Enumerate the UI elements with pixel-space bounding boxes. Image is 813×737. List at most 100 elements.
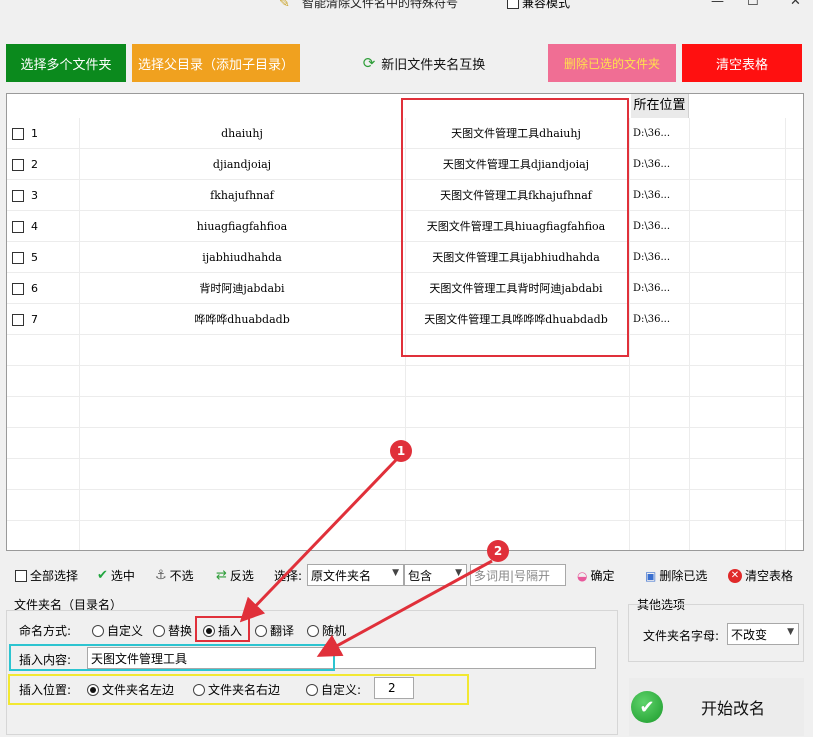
radio-icon[interactable] (92, 624, 104, 637)
confirm-button[interactable]: ◒ 确定 (577, 567, 615, 584)
row-location: D:\36... (633, 221, 671, 232)
app-icon: ✎ (279, 0, 290, 11)
clear-table-small-button[interactable]: ✕ 清空表格 (728, 567, 793, 584)
minimize-icon[interactable]: — (711, 0, 724, 9)
mode-translate-radio[interactable]: 翻译 (255, 622, 294, 639)
chevron-down-icon: ▼ (455, 568, 462, 578)
insert-content-highlight-box (9, 644, 335, 671)
row-old-name: 哗哗哗dhuabdadb (194, 313, 290, 326)
step-marker-two: 2 (487, 540, 509, 562)
empty-row (7, 459, 803, 490)
row-checkbox-cell[interactable] (12, 304, 28, 335)
select-all-box[interactable] (15, 569, 27, 582)
chevron-down-icon: ▼ (787, 627, 794, 637)
row-checkbox-cell[interactable] (12, 118, 28, 149)
select-all-label: 全部选择 (30, 569, 79, 583)
row-checkbox[interactable] (12, 282, 24, 295)
row-checkbox[interactable] (12, 189, 24, 202)
invert-label: 反选 (229, 569, 254, 583)
compat-mode-checkbox[interactable]: 兼容模式 (507, 0, 570, 11)
row-checkbox-cell[interactable] (12, 211, 28, 242)
row-location: D:\36... (633, 283, 671, 294)
swap-names-button[interactable]: ⟳ 新旧文件夹名互换 (356, 44, 492, 82)
mode-replace-radio[interactable]: 替换 (153, 622, 192, 639)
start-rename-button[interactable]: ✔ 开始改名 (629, 678, 804, 736)
row-checkbox-cell[interactable] (12, 273, 28, 304)
radio-icon[interactable] (153, 624, 165, 637)
compat-checkbox-box[interactable] (507, 0, 519, 9)
column-header-location[interactable]: 所在位置 (631, 94, 689, 118)
row-old-name: hiuagfiagfahfioa (196, 220, 288, 233)
title-bar: ✎ 智能清除文件名中的特殊符号 兼容模式 — ☐ ✕ (0, 0, 813, 14)
match-dropdown[interactable]: 包含 ▼ (404, 564, 467, 586)
mode-random-label: 随机 (322, 624, 347, 638)
new-name-highlight-box (401, 98, 629, 357)
select-all-checkbox[interactable]: 全部选择 (15, 567, 78, 584)
select-button[interactable]: ✔ 选中 (97, 567, 135, 584)
row-old-name: 背时阿迪jabdabi (199, 282, 285, 295)
check-circle-icon: ✔ (631, 691, 663, 723)
select-label: 选中 (110, 569, 135, 583)
row-checkbox[interactable] (12, 220, 24, 233)
row-index: 4 (31, 220, 38, 233)
radio-icon[interactable] (255, 624, 267, 637)
mode-custom-label: 自定义 (107, 624, 144, 638)
invert-icon: ⇄ (216, 568, 227, 583)
radio-icon[interactable] (307, 624, 319, 637)
row-index: 2 (31, 158, 38, 171)
confirm-label: 确定 (590, 569, 615, 583)
selection-bar: 全部选择 ✔ 选中 ⚓ 不选 ⇄ 反选 选择: 原文件夹名 ▼ 包含 ▼ 多词用… (6, 561, 804, 589)
row-index: 7 (31, 313, 38, 326)
select-folders-button[interactable]: 选择多个文件夹 (6, 44, 126, 82)
empty-row (7, 397, 803, 428)
maximize-icon[interactable]: ☐ (747, 0, 759, 9)
row-checkbox[interactable] (12, 158, 24, 171)
letter-case-dropdown[interactable]: 不改变 ▼ (727, 623, 799, 645)
mode-random-radio[interactable]: 随机 (307, 622, 346, 639)
insert-mode-highlight-box (195, 616, 250, 642)
row-old-name: fkhajufhnaf (210, 189, 274, 202)
window-title: 智能清除文件名中的特殊符号 (302, 0, 459, 10)
close-circle-icon: ✕ (728, 568, 742, 583)
row-checkbox[interactable] (12, 251, 24, 264)
row-index: 5 (31, 251, 38, 264)
naming-mode-label: 命名方式: (19, 624, 72, 638)
delete-selected-folders-button[interactable]: 删除已选的文件夹 (548, 44, 676, 82)
row-location: D:\36... (633, 159, 671, 170)
swap-icon: ⟳ (362, 54, 376, 72)
anchor-icon: ⚓ (155, 568, 167, 583)
empty-row (7, 366, 803, 397)
clear-table-button[interactable]: 清空表格 (682, 44, 802, 82)
row-checkbox-cell[interactable] (12, 242, 28, 273)
empty-row (7, 490, 803, 521)
row-checkbox-cell[interactable] (12, 180, 28, 211)
row-checkbox[interactable] (12, 313, 24, 326)
invert-button[interactable]: ⇄ 反选 (216, 567, 254, 584)
compat-mode-label: 兼容模式 (522, 0, 571, 10)
choose-label: 选择: (274, 569, 303, 583)
row-location: D:\36... (633, 252, 671, 263)
deselect-label: 不选 (169, 569, 194, 583)
delete-selected-button[interactable]: ▣ 删除已选 (645, 567, 707, 584)
row-checkbox-cell[interactable] (12, 149, 28, 180)
close-icon[interactable]: ✕ (790, 0, 801, 9)
mode-replace-label: 替换 (168, 624, 193, 638)
field-dropdown[interactable]: 原文件夹名 ▼ (307, 564, 404, 586)
row-location: D:\36... (633, 314, 671, 325)
keyword-input[interactable]: 多词用|号隔开 (470, 564, 566, 586)
select-parent-button[interactable]: 选择父目录（添加子目录） (132, 44, 300, 82)
delete-selected-label: 删除已选 (659, 569, 708, 583)
deselect-button[interactable]: ⚓ 不选 (155, 567, 194, 584)
step-marker-one: 1 (390, 440, 412, 462)
row-checkbox[interactable] (12, 127, 24, 140)
field-dropdown-value: 原文件夹名 (311, 568, 372, 583)
row-index: 3 (31, 189, 38, 202)
insert-position-highlight-box (8, 674, 469, 705)
start-rename-label: 开始改名 (701, 699, 766, 718)
row-location: D:\36... (633, 190, 671, 201)
confirm-icon: ◒ (577, 568, 588, 583)
row-index: 1 (31, 127, 38, 140)
mode-translate-label: 翻译 (270, 624, 295, 638)
row-index: 6 (31, 282, 38, 295)
mode-custom-radio[interactable]: 自定义 (92, 622, 143, 639)
